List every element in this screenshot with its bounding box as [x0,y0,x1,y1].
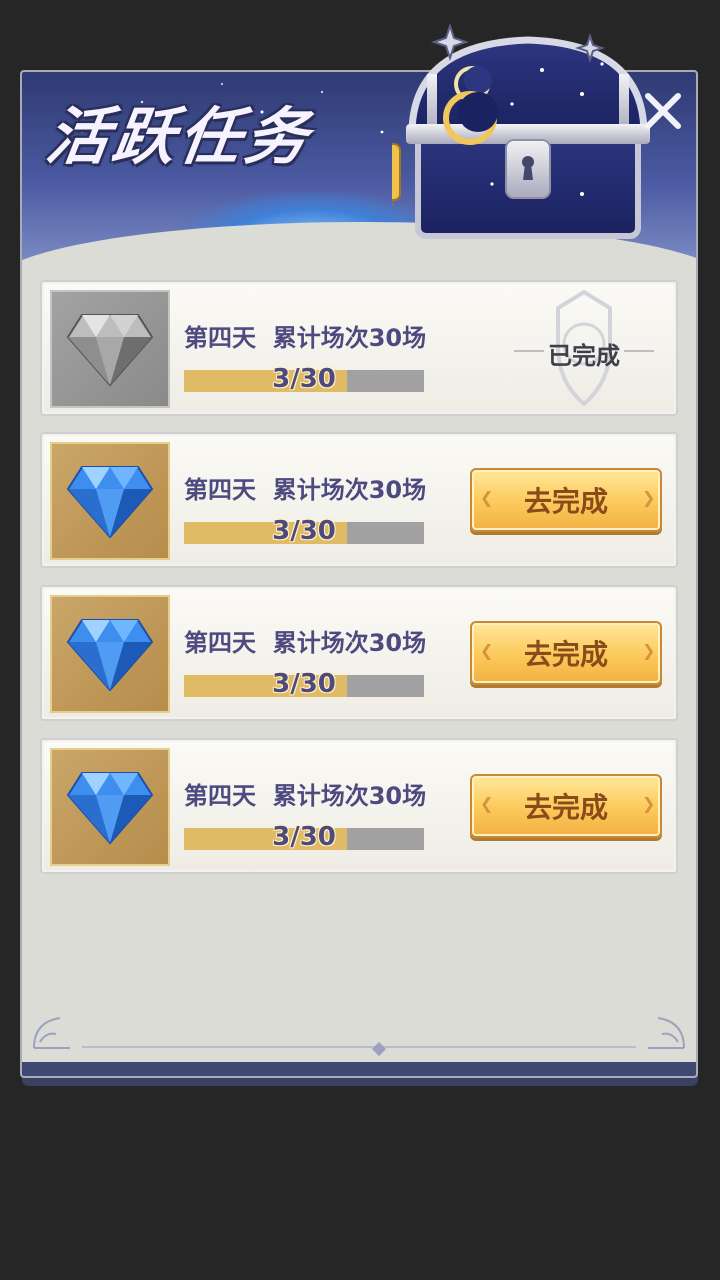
reward-icon-frame [50,748,170,866]
task-row: 第四天 累计场次30场 3/30 ❮ 去完成 ❯ [40,738,678,874]
go-complete-label: 去完成 [523,485,608,518]
button-ornament-right: ❯ [642,488,656,507]
go-complete-label: 去完成 [523,638,608,671]
progress-bar: 3/30 [184,516,424,546]
progress-text: 3/30 [272,364,336,394]
go-complete-button[interactable]: ❮ 去完成 ❯ [470,468,662,532]
blue-diamond-icon [66,619,154,692]
progress-text: 3/30 [272,516,336,546]
treasure-chest-icon [392,22,650,239]
button-ornament-right: ❯ [642,794,656,813]
corner-ornament-right [648,1017,685,1049]
progress-bar: 3/30 [184,822,424,852]
go-complete-button[interactable]: ❮ 去完成 ❯ [470,774,662,838]
task-title: 第四天 累计场次30场 [184,324,427,352]
reward-icon-frame [50,290,170,408]
progress-bar: 3/30 [184,364,424,394]
silver-diamond-icon [66,314,154,387]
panel-bottom-strip [22,1062,696,1076]
task-row: 第四天 累计场次30场 3/30 已完成 [40,280,678,416]
corner-ornament-left [33,1017,70,1049]
go-complete-label: 去完成 [523,791,608,824]
close-icon [645,93,681,129]
button-ornament-left: ❮ [480,641,494,660]
progress-bar: 3/30 [184,669,424,699]
blue-diamond-icon [66,772,154,845]
bottom-diamond-ornament [371,1041,387,1057]
task-row: 第四天 累计场次30场 3/30 ❮ 去完成 ❯ [40,585,678,721]
reward-icon-frame [50,442,170,560]
blue-diamond-icon [66,466,154,539]
close-button[interactable] [638,86,688,136]
completed-badge: 已完成 [514,286,654,410]
button-ornament-right: ❯ [642,641,656,660]
task-title: 第四天 累计场次30场 [184,782,427,810]
task-title: 第四天 累计场次30场 [184,476,427,504]
progress-text: 3/30 [272,822,336,852]
panel-title: 活跃任务 [42,100,317,173]
button-ornament-left: ❮ [480,488,494,507]
task-row: 第四天 累计场次30场 3/30 ❮ 去完成 ❯ [40,432,678,568]
progress-text: 3/30 [272,669,336,699]
reward-icon-frame [50,595,170,713]
task-title: 第四天 累计场次30场 [184,629,427,657]
go-complete-button[interactable]: ❮ 去完成 ❯ [470,621,662,685]
button-ornament-left: ❮ [480,794,494,813]
completed-label: 已完成 [548,342,620,370]
bottom-divider [82,1046,636,1048]
